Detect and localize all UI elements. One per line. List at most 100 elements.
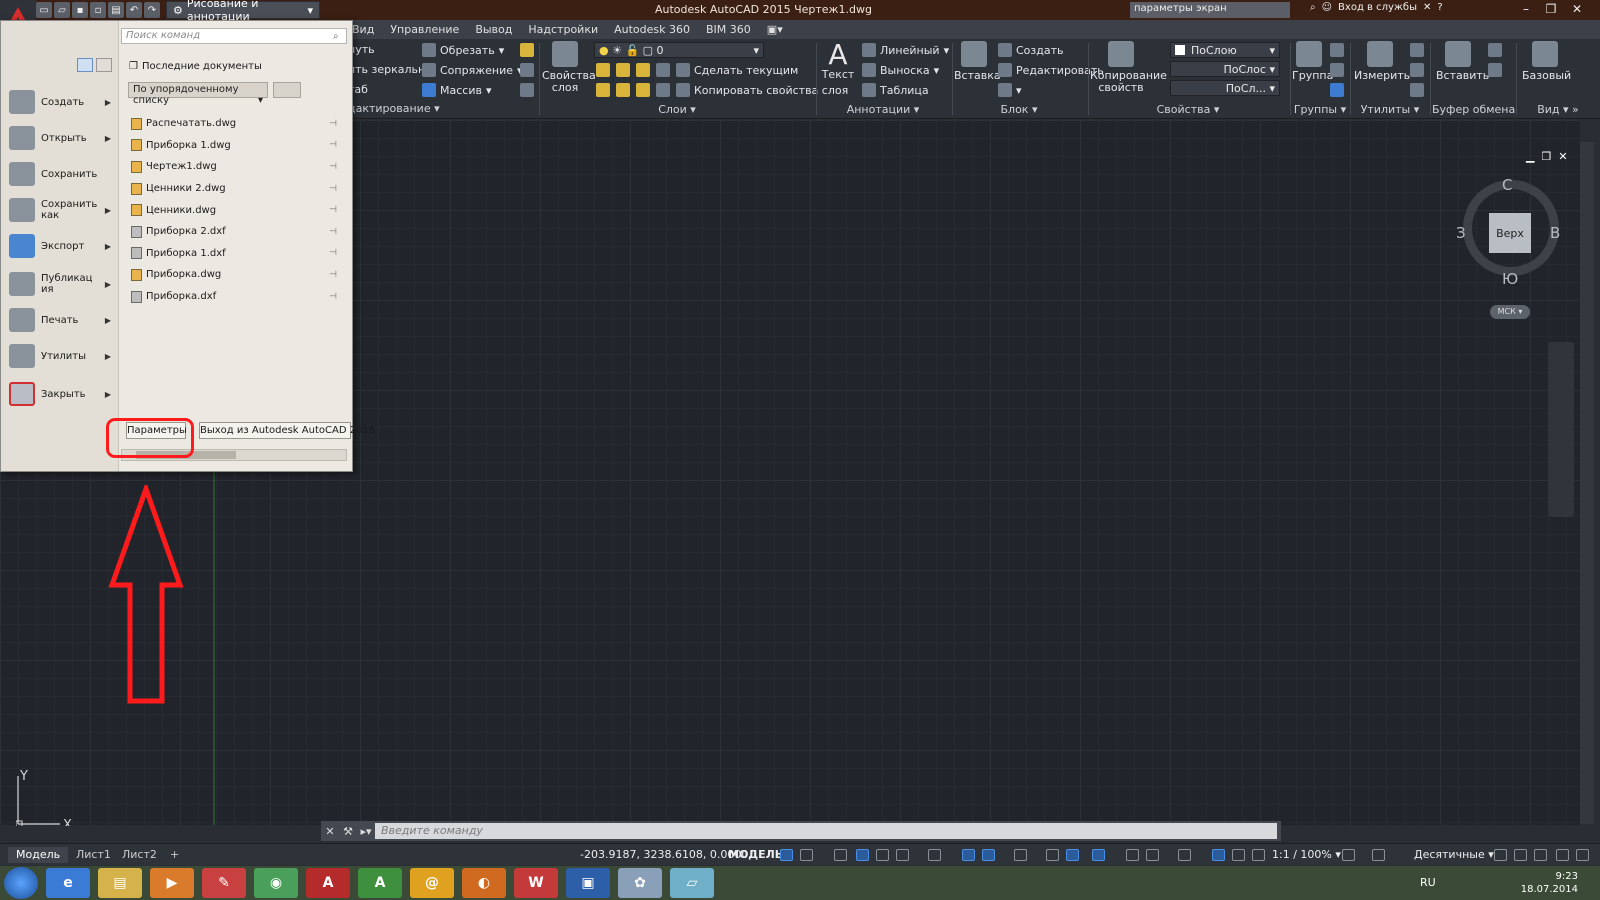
command-input[interactable]: Введите команду (375, 823, 1277, 839)
sort-order-dropdown[interactable]: По упорядоченному списку ▾ (128, 82, 268, 106)
navigation-bar[interactable] (1548, 342, 1574, 517)
trim-button[interactable]: Обрезать ▾ (422, 43, 504, 57)
list-item[interactable]: Ценники 2.dwg ⊣ (131, 178, 337, 200)
chrome-icon[interactable]: ◉ (254, 868, 298, 898)
list-item[interactable]: Чертеж1.dwg ⊣ (131, 156, 337, 178)
selection-filter-icon[interactable] (1146, 849, 1159, 861)
groups-panel-title[interactable]: Группы ▾ (1292, 103, 1348, 116)
base-view-button[interactable]: Базовый (1522, 41, 1571, 82)
model-space-toggle[interactable]: МОДЕЛЬ (728, 848, 783, 861)
list-item[interactable]: Приборка.dwg ⊣ (131, 264, 337, 286)
units-selector[interactable]: Десятичные ▾ (1414, 848, 1494, 861)
object-snap-icon[interactable] (982, 849, 995, 861)
annotation-panel-title[interactable]: Аннотации ▾ (818, 103, 948, 116)
create-block-button[interactable]: Создать (998, 43, 1064, 57)
pin-icon[interactable]: ⊣ (329, 184, 337, 194)
leader-button[interactable]: Выноска ▾ (862, 63, 939, 77)
properties-panel-title[interactable]: Свойства ▾ (1090, 103, 1286, 116)
print-icon[interactable]: ▤ (108, 2, 124, 18)
menu-item-publish[interactable]: Публикация ▶ (9, 269, 113, 299)
pin-icon[interactable]: ⊣ (329, 119, 337, 129)
viewcube-top-face[interactable]: Верх (1489, 213, 1531, 253)
3d-osnap-icon[interactable] (1092, 849, 1105, 861)
quick-properties-icon[interactable] (1494, 849, 1507, 861)
lineweight-icon[interactable] (1014, 849, 1027, 861)
coordinates-readout[interactable]: -203.9187, 3238.6108, 0.0000 (580, 848, 748, 861)
customization-icon[interactable] (1576, 849, 1589, 861)
exit-autocad-button[interactable]: Выход из Autodesk AutoCAD 2015 (199, 422, 375, 439)
annotation-visibility-icon[interactable] (1212, 849, 1225, 861)
pin-icon[interactable]: ⊣ (329, 205, 337, 215)
photo-viewer-icon[interactable]: ◐ (462, 868, 506, 898)
restore-viewport-icon[interactable]: ❐ (1541, 150, 1551, 163)
pin-icon[interactable]: ⊣ (329, 140, 337, 150)
linear-dimension-button[interactable]: Линейный ▾ (862, 43, 949, 57)
measure-button[interactable]: Измерить (1354, 41, 1410, 82)
internet-explorer-icon[interactable]: e (46, 868, 90, 898)
tab-autodesk-360[interactable]: Autodesk 360 (614, 23, 690, 36)
annotation-scale-icon[interactable] (1252, 849, 1265, 861)
list-item[interactable]: Приборка 1.dwg ⊣ (131, 135, 337, 157)
ungroup-icon[interactable] (1330, 43, 1344, 57)
copy-icon[interactable] (1488, 63, 1502, 77)
file-explorer-icon[interactable]: ▤ (98, 868, 142, 898)
ribbon-toggle-icon[interactable]: ▣▾ (767, 23, 783, 36)
list-item[interactable]: Приборка.dxf ⊣ (131, 286, 337, 308)
layer-properties-button[interactable]: Свойства слоя (542, 41, 596, 94)
annotation-scale[interactable]: 1:1 / 100% ▾ (1272, 848, 1341, 861)
tab-bim-360[interactable]: BIM 360 (706, 23, 751, 36)
command-search-input[interactable]: Поиск команд (121, 28, 347, 44)
restore-button[interactable]: ❐ (1540, 1, 1562, 17)
layer-unisolate-icon[interactable] (616, 83, 630, 97)
brush-icon[interactable] (520, 43, 534, 57)
layer-unlock-icon[interactable] (656, 83, 670, 97)
media-player-icon[interactable]: ▶ (150, 868, 194, 898)
help-search-input[interactable]: параметры экран (1130, 2, 1290, 18)
ucs-menu[interactable]: МСК ▾ (1490, 305, 1530, 319)
login-label[interactable]: Вход в службы (1338, 2, 1417, 13)
wrench-icon[interactable]: ⚒ (339, 825, 357, 838)
compass-south[interactable]: Ю (1502, 270, 1518, 288)
group-select-icon[interactable] (1330, 83, 1344, 97)
start-button[interactable] (4, 867, 38, 899)
isodraft-icon[interactable] (928, 849, 941, 861)
mail-agent-icon[interactable]: @ (410, 868, 454, 898)
paint-icon[interactable]: ✿ (618, 868, 662, 898)
new-icon[interactable]: ▭ (36, 2, 52, 18)
autocad-icon[interactable]: A (306, 868, 350, 898)
tab-sheet1[interactable]: Лист1 (68, 847, 119, 863)
infer-icon[interactable] (834, 849, 847, 861)
isolate-objects-icon[interactable] (1534, 849, 1547, 861)
match-properties-button[interactable]: Копирование свойств (1090, 41, 1167, 94)
list-item[interactable]: Приборка 1.dxf ⊣ (131, 243, 337, 265)
clean-screen-icon[interactable] (1556, 849, 1569, 861)
dynamic-ucs-icon[interactable] (1126, 849, 1139, 861)
stretch-icon[interactable] (520, 83, 534, 97)
text-button[interactable]: A Текст (820, 41, 856, 81)
compass-east[interactable]: В (1550, 224, 1560, 242)
redo-icon[interactable]: ↷ (144, 2, 160, 18)
close-button[interactable]: ✕ (1566, 1, 1588, 17)
grid-icon[interactable] (780, 849, 793, 861)
layer-isolate-icon[interactable] (616, 63, 630, 77)
list-item[interactable]: Приборка 2.dxf ⊣ (131, 221, 337, 243)
object-snap-tracking-icon[interactable] (962, 849, 975, 861)
workspace-dropdown[interactable]: ⚙ Рисование и аннотации ▾ (166, 0, 320, 23)
menu-item-save[interactable]: Сохранить (9, 159, 113, 189)
login-area[interactable]: ⌕ ☺ Вход в службы ✕ ? (1310, 2, 1443, 13)
tab-addins[interactable]: Надстройки (528, 23, 598, 36)
layer-on-icon[interactable] (596, 83, 610, 97)
menu-item-export[interactable]: Экспорт ▶ (9, 231, 113, 261)
tab-output[interactable]: Вывод (475, 23, 512, 36)
notes-icon[interactable]: ▱ (670, 868, 714, 898)
ortho-icon[interactable] (876, 849, 889, 861)
disk-icon[interactable]: ▣ (566, 868, 610, 898)
tab-view[interactable]: Вид (352, 23, 374, 36)
exchange-icon[interactable]: ✕ (1423, 2, 1431, 13)
array-button[interactable]: Массив ▾ (422, 83, 492, 97)
save-icon[interactable]: ▪ (72, 2, 88, 18)
pin-icon[interactable]: ⊣ (329, 162, 337, 172)
quick-select-icon[interactable] (1410, 43, 1424, 57)
minimize-viewport-icon[interactable]: ▁ (1526, 150, 1534, 163)
minimize-button[interactable]: – (1515, 1, 1537, 17)
